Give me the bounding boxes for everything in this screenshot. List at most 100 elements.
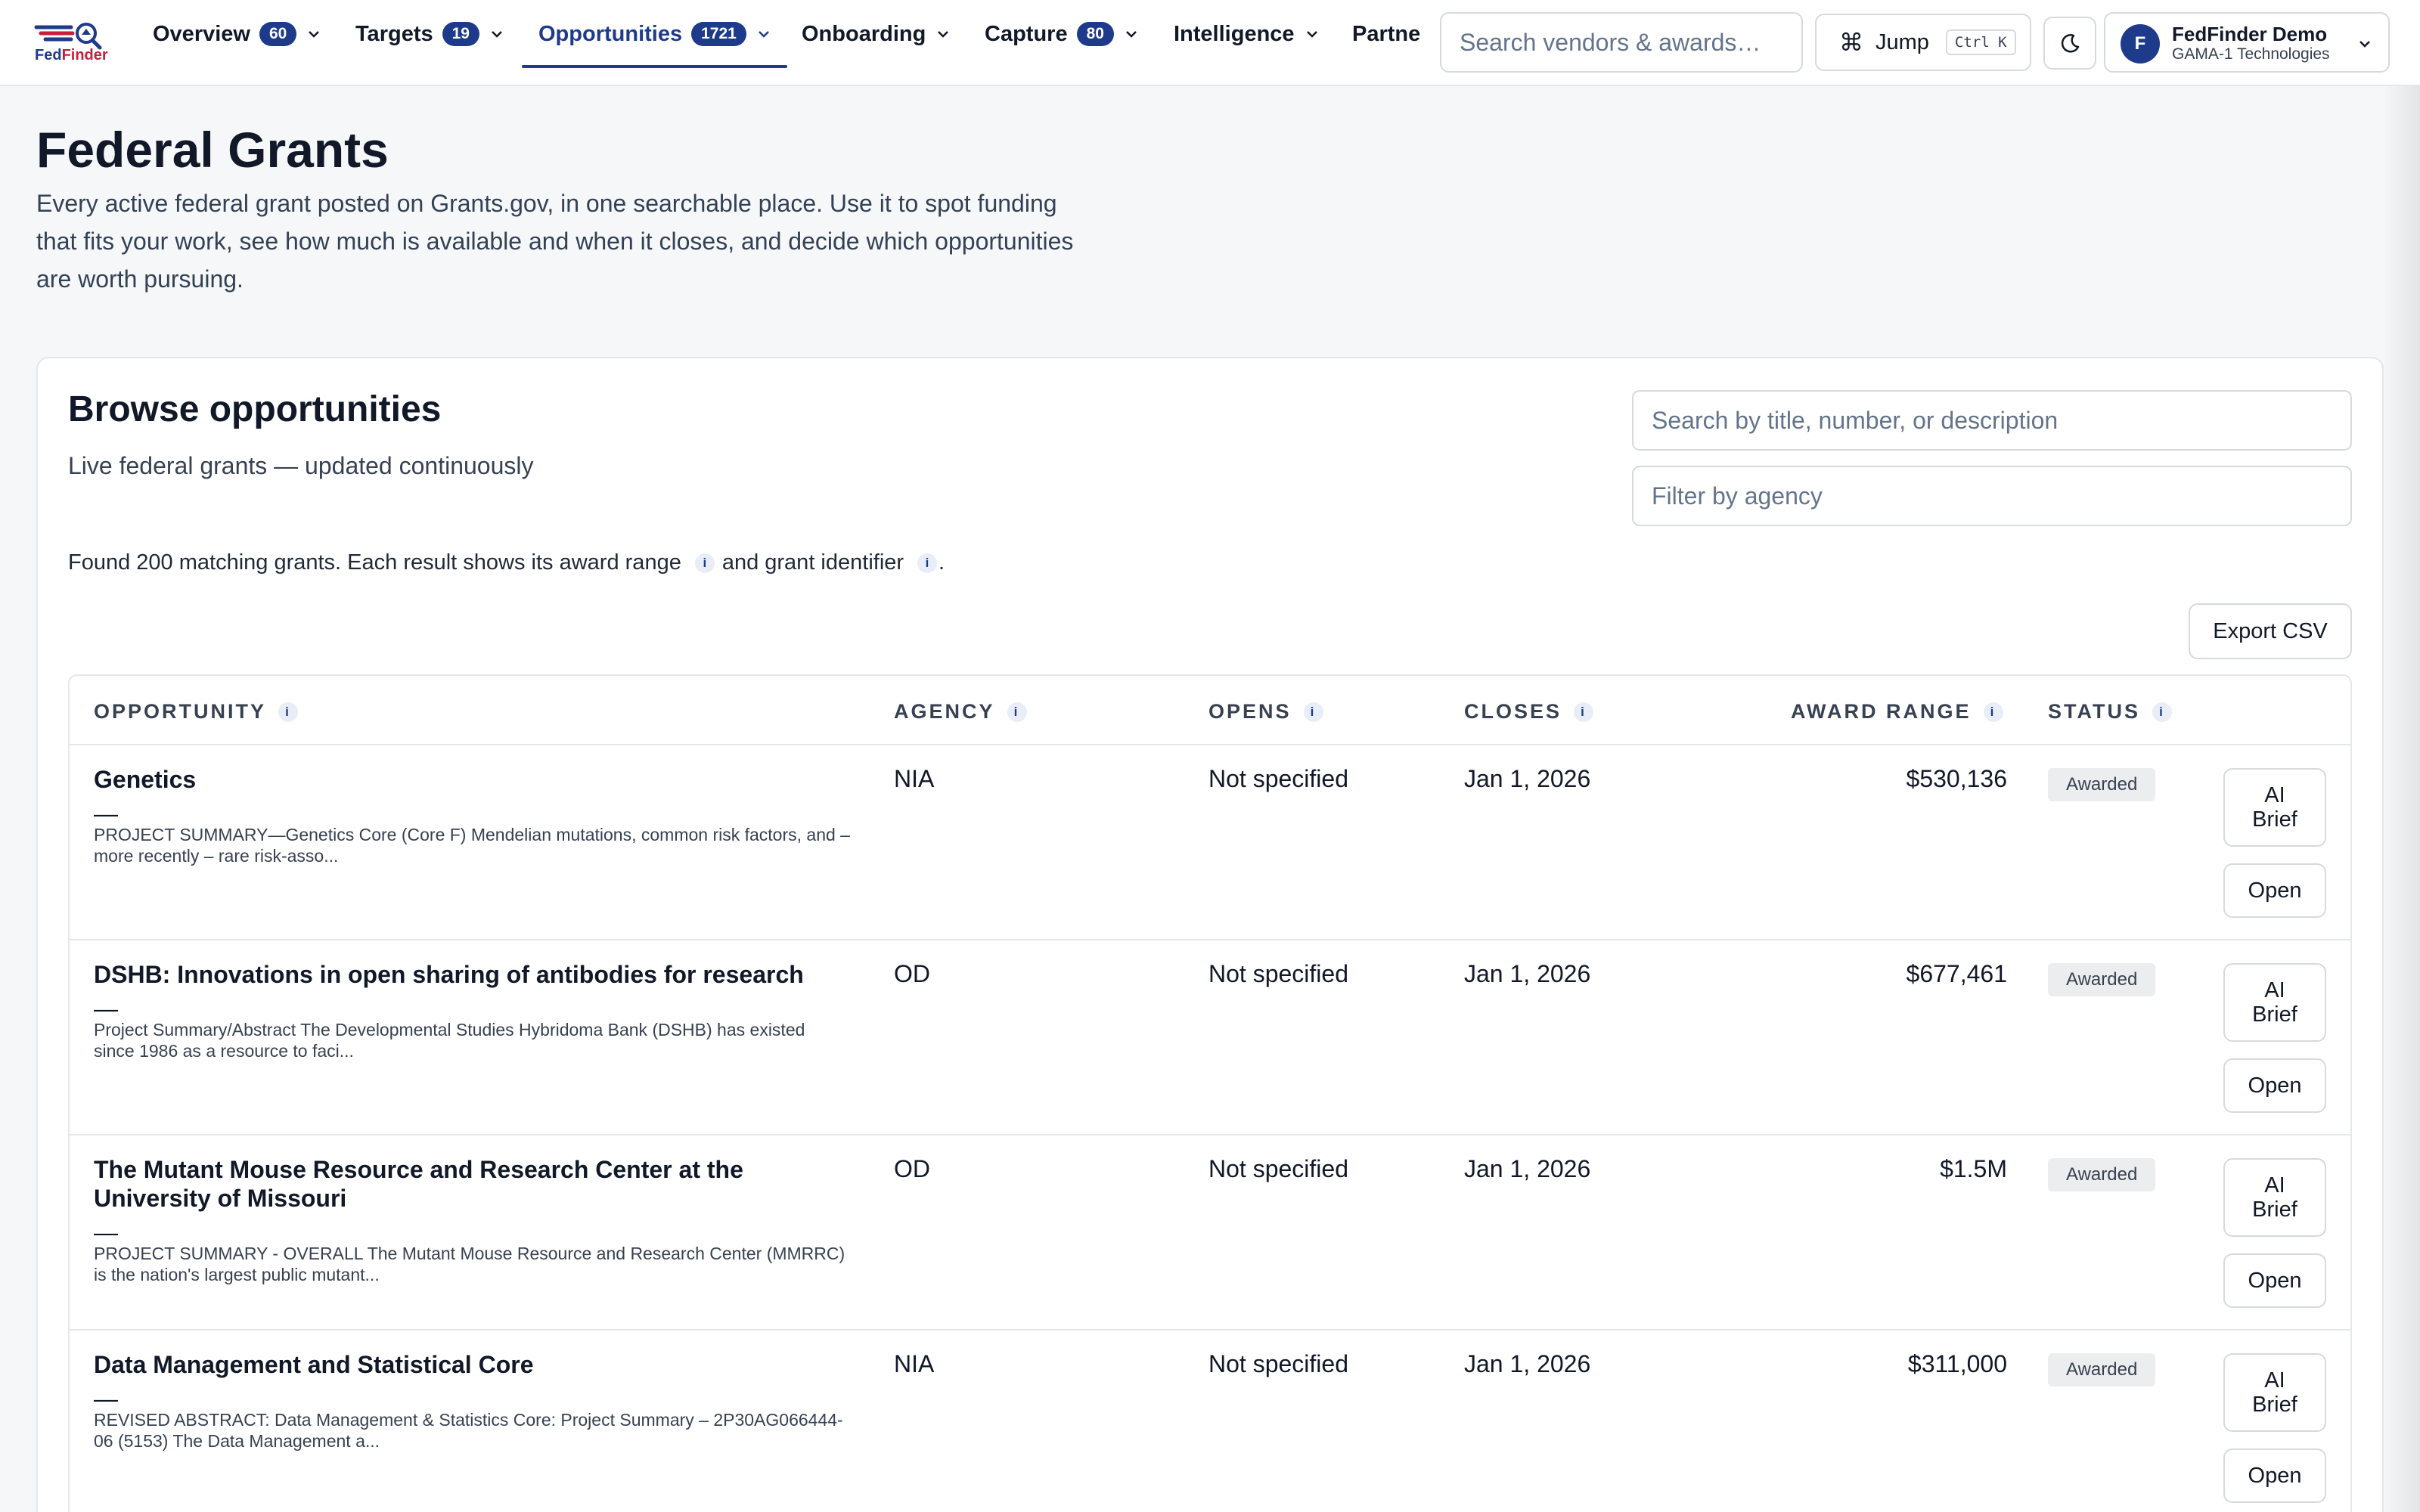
award-range-cell: $677,461 [1906,960,2007,987]
count-badge: 80 [1076,22,1114,46]
award-range-cell: $311,000 [1907,1350,2007,1377]
chevron-down-icon [758,31,769,38]
scroll-edge-shadow [2382,86,2420,1512]
open-button[interactable]: Open [2223,1253,2326,1308]
agency-cell: NIA [894,1350,935,1377]
column-header-label: STATUS [2048,700,2140,723]
status-badge: Awarded [2048,1353,2156,1387]
table-row[interactable]: DSHB: Innovations in open sharing of ant… [70,940,2350,1136]
nav-label: Targets [355,21,433,46]
nav-label: Opportunities [538,21,683,46]
moon-icon [2061,34,2080,53]
opens-cell: Not specified [1208,1350,1348,1377]
ai-brief-button[interactable]: AI Brief [2223,963,2326,1042]
info-icon[interactable]: i [1303,702,1323,722]
info-icon[interactable]: i [278,702,299,722]
export-csv-button[interactable]: Export CSV [2189,603,2352,659]
ai-brief-button[interactable]: AI Brief [2223,1353,2326,1432]
open-button[interactable]: Open [2223,863,2326,918]
nav-item-opportunities[interactable]: Opportunities 1721 [522,0,787,68]
brand-name: FedFinder [35,47,108,64]
chevron-down-icon [492,31,502,38]
count-badge: 60 [259,22,297,46]
user-name: FedFinder Demo [2172,23,2328,45]
top-navigation-bar: FedFinder Overview 60 Targets 19 Opportu… [0,0,2420,86]
info-icon[interactable]: i [917,553,938,573]
user-organization: GAMA-1 Technologies [2172,45,2330,63]
table-row[interactable]: Genetics — PROJECT SUMMARY—Genetics Core… [70,745,2350,940]
opportunity-title[interactable]: The Mutant Mouse Resource and Research C… [94,1155,842,1213]
nav-item-intelligence[interactable]: Intelligence [1174,0,1319,68]
results-summary-text: and grant identifier [721,550,904,575]
nav-label: Partners [1352,21,1422,46]
results-summary-text: . [939,550,945,575]
command-icon: ⌘ [1839,29,1863,56]
chevron-down-icon [1306,31,1317,38]
column-header-status[interactable]: STATUS i [2048,700,2180,723]
opens-cell: Not specified [1208,765,1348,792]
column-header-agency[interactable]: AGENCY i [894,700,1035,723]
column-header-closes[interactable]: CLOSES i [1464,700,1601,723]
status-badge: Awarded [2048,963,2156,996]
global-search-input[interactable] [1440,12,1803,73]
opportunity-description: Project Summary/Abstract The Development… [94,1020,805,1061]
closes-cell: Jan 1, 2026 [1464,765,1591,792]
column-header-opportunity[interactable]: OPPORTUNITY i [94,700,306,723]
open-button[interactable]: Open [2223,1448,2326,1503]
nav-item-overview[interactable]: Overview 60 [153,0,321,68]
chevron-down-icon [309,31,320,38]
nav-item-onboarding[interactable]: Onboarding [802,0,950,68]
opportunity-title[interactable]: DSHB: Innovations in open sharing of ant… [94,960,842,989]
count-badge: 1721 [691,22,746,46]
page-title: Federal Grants [36,122,389,178]
panel-title: Browse opportunities [68,389,442,429]
chevron-down-icon [2360,41,2370,48]
column-header-opens[interactable]: OPENS i [1208,700,1331,723]
status-badge: Awarded [2048,1158,2156,1191]
grant-search-input[interactable] [1632,390,2352,451]
agency-cell: OD [894,1155,930,1182]
info-icon[interactable]: i [1574,702,1594,722]
jump-button[interactable]: ⌘ Jump Ctrl K [1815,14,2031,71]
theme-toggle-button[interactable] [2043,17,2096,70]
info-icon[interactable]: i [2152,702,2172,722]
column-header-label: AGENCY [894,700,995,723]
nav-item-targets[interactable]: Targets 19 [355,0,504,68]
nav-label: Capture [985,21,1068,46]
award-range-cell: $1.5M [1940,1155,2007,1182]
nav-label: Intelligence [1174,21,1295,46]
table-row[interactable]: The Mutant Mouse Resource and Research C… [70,1136,2350,1331]
nav-label: Onboarding [802,21,926,46]
nav-item-partners[interactable]: Partners [1352,0,1422,68]
status-badge: Awarded [2048,768,2156,801]
opportunity-title[interactable]: Data Management and Statistical Core [94,1350,842,1379]
count-badge: 19 [442,22,479,46]
info-icon[interactable]: i [1007,702,1027,722]
chevron-down-icon [1126,31,1137,38]
agency-filter-input[interactable] [1632,466,2352,526]
grants-table: OPPORTUNITY i AGENCY i OPENS i CLOSES i AWAR… [68,674,2352,1512]
results-summary: Found 200 matching grants. Each result s… [68,550,945,575]
open-button[interactable]: Open [2223,1058,2326,1113]
award-range-cell: $530,136 [1906,765,2007,792]
agency-cell: NIA [894,765,935,792]
opportunity-title[interactable]: Genetics [94,765,842,794]
table-row[interactable]: Data Management and Statistical Core — R… [70,1331,2350,1512]
column-header-award-range[interactable]: AWARD RANGE i [1791,700,2011,723]
column-header-label: CLOSES [1464,700,1562,723]
opens-cell: Not specified [1208,960,1348,987]
info-icon[interactable]: i [694,553,715,573]
page-description: Every active federal grant posted on Gra… [36,190,1074,293]
panel-subtitle: Live federal grants — updated continuous… [68,452,534,479]
info-icon[interactable]: i [1983,702,2003,722]
nav-label: Overview [153,21,250,46]
chevron-down-icon [938,31,949,38]
closes-cell: Jan 1, 2026 [1464,1350,1591,1377]
primary-nav: Overview 60 Targets 19 Opportunities 172… [136,0,1422,86]
opportunity-description: PROJECT SUMMARY—Genetics Core (Core F) M… [94,825,850,866]
column-header-label: OPENS [1208,700,1292,723]
ai-brief-button[interactable]: AI Brief [2223,1158,2326,1237]
ai-brief-button[interactable]: AI Brief [2223,768,2326,847]
user-menu-button[interactable]: F FedFinder Demo GAMA-1 Technologies [2104,12,2390,73]
nav-item-capture[interactable]: Capture 80 [985,0,1138,68]
